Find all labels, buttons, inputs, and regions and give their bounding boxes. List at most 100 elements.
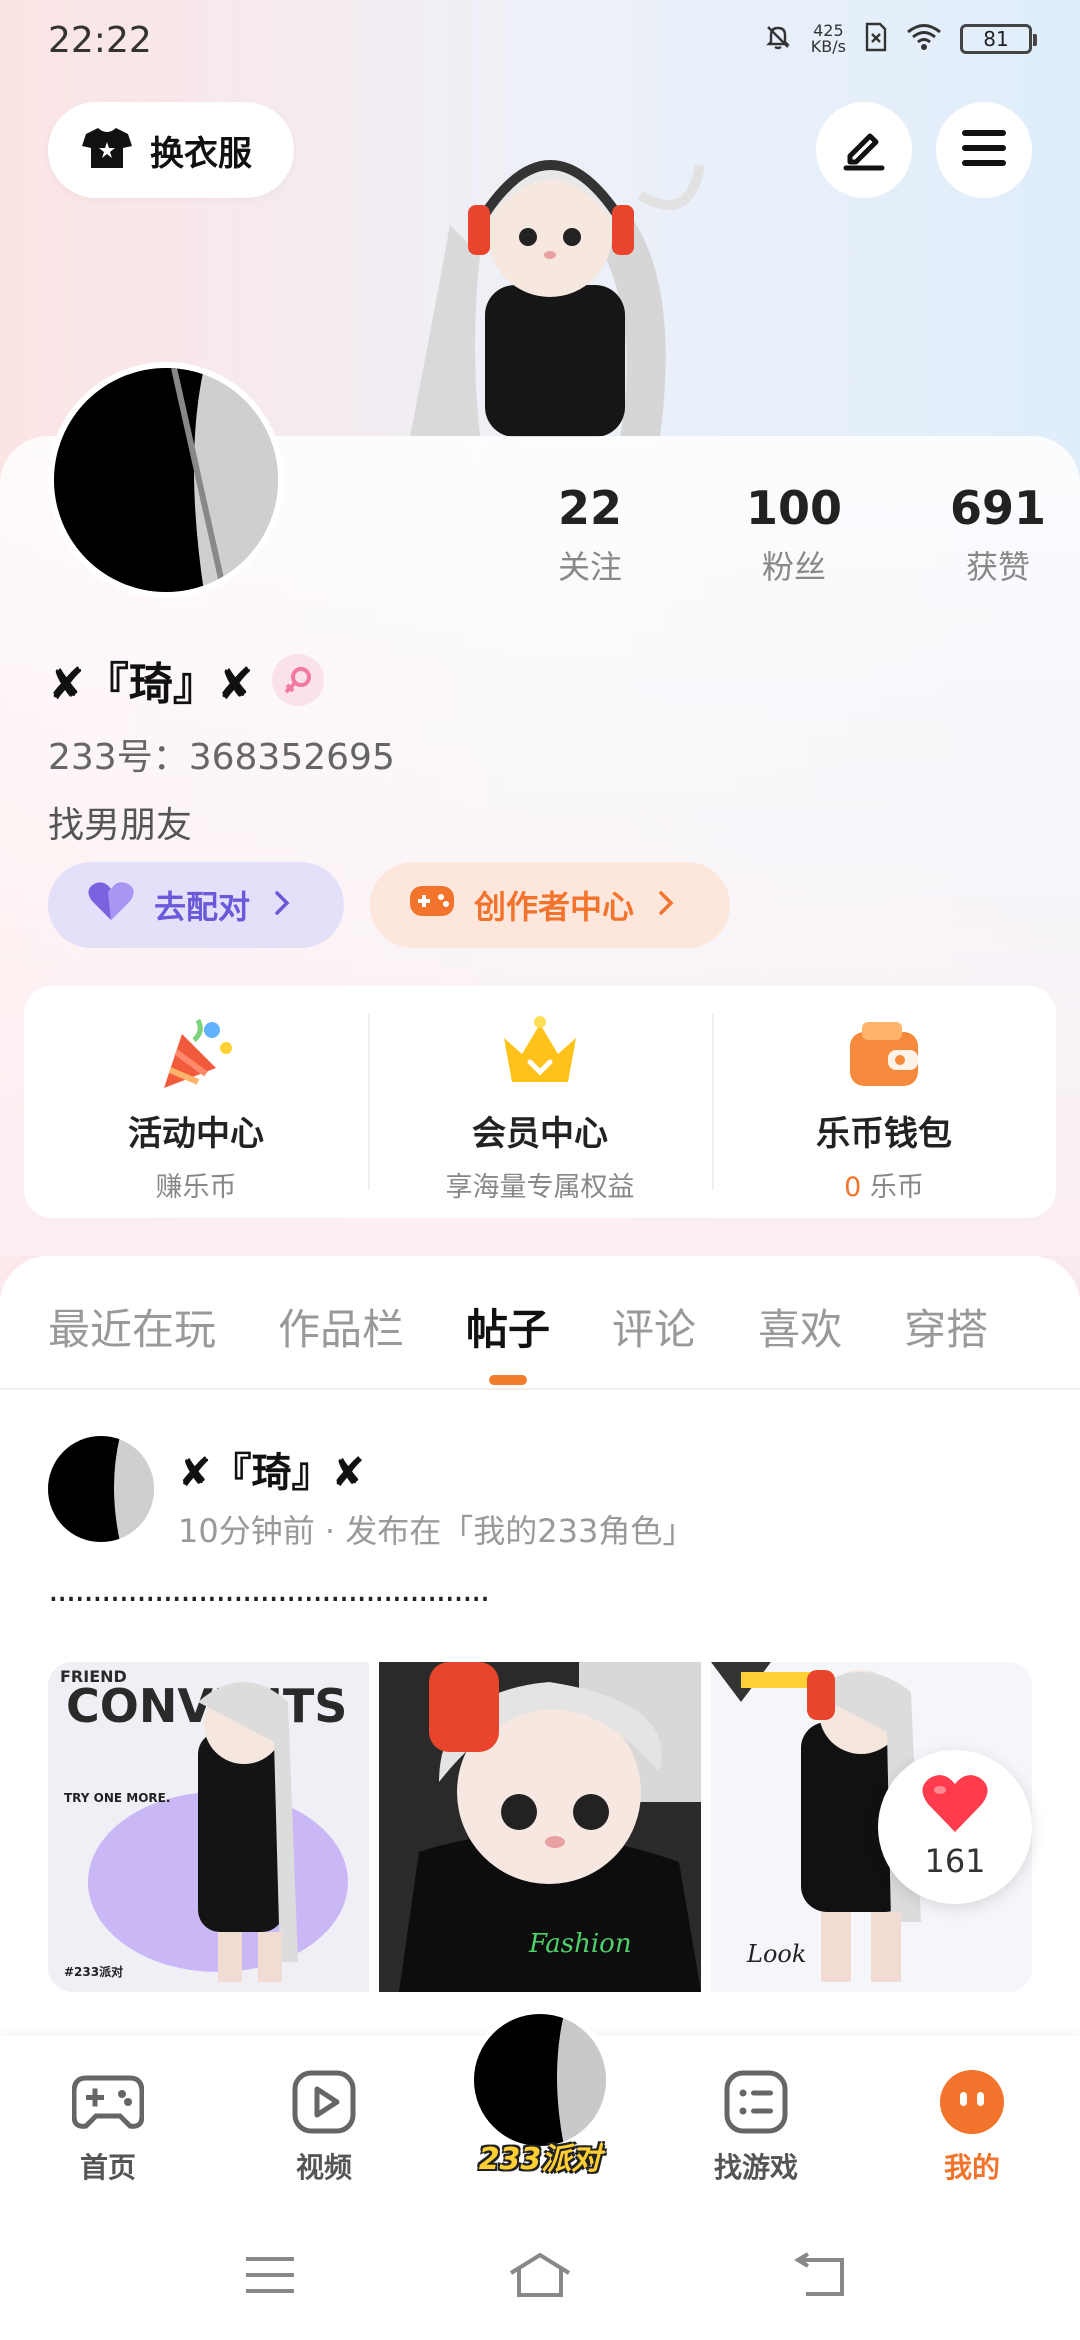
system-navigation-bar bbox=[0, 2216, 1080, 2340]
tab-comments[interactable]: 评论 bbox=[612, 1296, 696, 1357]
battery-indicator: 81 bbox=[960, 24, 1037, 54]
post-image-1-tag: FRIEND bbox=[60, 1667, 127, 1686]
wallet-title: 乐币钱包 bbox=[816, 1114, 952, 1154]
following-label: 关注 bbox=[557, 548, 622, 586]
wallet-balance: 0 bbox=[844, 1172, 862, 1203]
profile-face-icon bbox=[936, 2066, 1008, 2138]
tab-recent-played[interactable]: 最近在玩 bbox=[48, 1296, 216, 1357]
nav-video[interactable]: 视频 bbox=[244, 2066, 404, 2186]
followers-stat[interactable]: 100 粉丝 bbox=[692, 480, 896, 588]
username: ✘『琦』✘ bbox=[48, 659, 254, 710]
post-author-name[interactable]: ✘『琦』✘ bbox=[178, 1440, 365, 1498]
match-button[interactable]: 去配对 bbox=[48, 862, 344, 948]
nav-find-games[interactable]: 找游戏 bbox=[676, 2066, 836, 2186]
nav-home[interactable]: 首页 bbox=[28, 2066, 188, 2186]
vip-center-subtitle: 享海量专属权益 bbox=[445, 1172, 635, 1203]
wallet-icon bbox=[842, 1012, 926, 1096]
vip-center-item[interactable]: 会员中心 享海量专属权益 bbox=[368, 986, 712, 1218]
wallet-unit: 乐币 bbox=[869, 1172, 924, 1203]
nav-profile-label: 我的 bbox=[943, 2151, 1000, 2184]
crown-icon bbox=[498, 1012, 582, 1096]
female-gender-icon bbox=[271, 654, 324, 706]
activity-center-title: 活动中心 bbox=[128, 1114, 264, 1154]
tab-outfits[interactable]: 穿搭 bbox=[904, 1296, 988, 1357]
tshirt-icon bbox=[80, 124, 134, 176]
post-image-3-text: Look bbox=[746, 1940, 806, 1968]
post-meta: 10分钟前 · 发布在「我的233角色」 bbox=[178, 1512, 695, 1550]
nav-profile[interactable]: 我的 bbox=[892, 2066, 1052, 2186]
post-text: ........................................… bbox=[48, 1570, 490, 1610]
username-row: ✘『琦』✘ bbox=[48, 648, 324, 712]
status-bar: 22:22 425 KB/s 81 bbox=[0, 0, 1080, 84]
followers-label: 粉丝 bbox=[761, 548, 826, 586]
heart-icon bbox=[86, 880, 136, 930]
recent-apps-icon bbox=[244, 2255, 296, 2299]
tab-posts[interactable]: 帖子 bbox=[466, 1296, 550, 1357]
nav-party-label: 233派对 bbox=[478, 2142, 602, 2177]
profile-tabs: 最近在玩 作品栏 帖子 评论 喜欢 穿搭 bbox=[0, 1256, 1080, 1390]
network-speed-unit: KB/s bbox=[810, 37, 846, 56]
wallet-item[interactable]: 乐币钱包 0 乐币 bbox=[712, 986, 1056, 1218]
change-outfit-label: 换衣服 bbox=[150, 133, 252, 174]
tab-likes[interactable]: 喜欢 bbox=[758, 1296, 842, 1357]
hamburger-icon bbox=[960, 126, 1008, 174]
post-author-avatar[interactable] bbox=[48, 1436, 154, 1542]
wallet-subtitle: 0 乐币 bbox=[712, 1165, 1056, 1204]
list-icon bbox=[720, 2066, 792, 2138]
status-icons: 425 KB/s 81 bbox=[763, 22, 1037, 56]
profile-avatar[interactable] bbox=[48, 362, 284, 598]
likes-label: 获赞 bbox=[965, 548, 1030, 586]
bottom-navigation: 首页 视频 233派对 找游戏 我的 bbox=[0, 2008, 1080, 2216]
wifi-icon bbox=[906, 23, 942, 55]
party-popper-icon bbox=[154, 1012, 238, 1096]
no-sim-icon bbox=[864, 22, 888, 56]
menu-button[interactable] bbox=[936, 102, 1032, 198]
creator-center-label: 创作者中心 bbox=[474, 888, 635, 926]
nav-home-label: 首页 bbox=[79, 2151, 136, 2184]
pencil-icon bbox=[840, 124, 888, 176]
post-image-2-text: Fashion bbox=[528, 1929, 632, 1959]
post-image-1-caption: TRY ONE MORE. bbox=[64, 1791, 170, 1805]
chevron-right-icon bbox=[274, 886, 290, 924]
mute-bell-icon bbox=[763, 22, 793, 56]
nav-party[interactable]: 233派对 bbox=[460, 2008, 620, 2178]
post-image-2[interactable]: Fashion bbox=[379, 1662, 701, 1992]
user-id: 233号：368352695 bbox=[48, 737, 395, 778]
activity-center-subtitle: 赚乐币 bbox=[155, 1172, 237, 1203]
edit-profile-button[interactable] bbox=[816, 102, 912, 198]
post-image-1[interactable]: CONVENTS FRIEND TRY ONE MORE. #233派对 bbox=[48, 1662, 370, 1992]
creator-center-button[interactable]: 创作者中心 bbox=[370, 862, 730, 948]
tab-works[interactable]: 作品栏 bbox=[278, 1296, 404, 1357]
activity-center-item[interactable]: 活动中心 赚乐币 bbox=[24, 986, 368, 1218]
following-stat[interactable]: 22 关注 bbox=[488, 480, 692, 588]
likes-count: 691 bbox=[949, 481, 1047, 535]
recent-apps-button[interactable] bbox=[240, 2250, 300, 2304]
heart-icon bbox=[920, 1775, 990, 1838]
home-icon bbox=[507, 2251, 573, 2303]
post-image-1-hashtag: #233派对 bbox=[64, 1964, 123, 1979]
user-bio: 找男朋友 bbox=[48, 805, 193, 846]
followers-count: 100 bbox=[745, 481, 843, 535]
nav-find-games-label: 找游戏 bbox=[713, 2151, 798, 2184]
gamepad-icon bbox=[408, 882, 456, 928]
post-card[interactable]: ✘『琦』✘ 10分钟前 · 发布在「我的233角色」 .............… bbox=[0, 1390, 1080, 2040]
change-outfit-button[interactable]: 换衣服 bbox=[48, 102, 294, 198]
following-count: 22 bbox=[557, 481, 622, 535]
quick-actions-card: 活动中心 赚乐币 会员中心 享海量专属权益 乐币钱包 0 乐币 bbox=[24, 986, 1056, 1218]
like-button[interactable]: 161 bbox=[878, 1750, 1032, 1904]
party-avatar bbox=[468, 2008, 612, 2152]
match-label: 去配对 bbox=[154, 888, 251, 926]
back-button[interactable] bbox=[790, 2250, 850, 2304]
vip-center-title: 会员中心 bbox=[472, 1114, 608, 1154]
home-button[interactable] bbox=[507, 2250, 573, 2304]
chevron-right-icon bbox=[658, 886, 674, 924]
video-play-icon bbox=[288, 2066, 360, 2138]
avatar-character-image[interactable] bbox=[390, 105, 710, 437]
back-icon bbox=[792, 2252, 848, 2302]
likes-stat[interactable]: 691 获赞 bbox=[896, 480, 1080, 588]
gamepad-icon bbox=[72, 2066, 144, 2138]
network-speed: 425 KB/s bbox=[811, 23, 846, 55]
profile-stats: 22 关注 100 粉丝 691 获赞 bbox=[488, 480, 1080, 588]
like-count: 161 bbox=[924, 1842, 986, 1880]
status-time: 22:22 bbox=[48, 20, 152, 61]
